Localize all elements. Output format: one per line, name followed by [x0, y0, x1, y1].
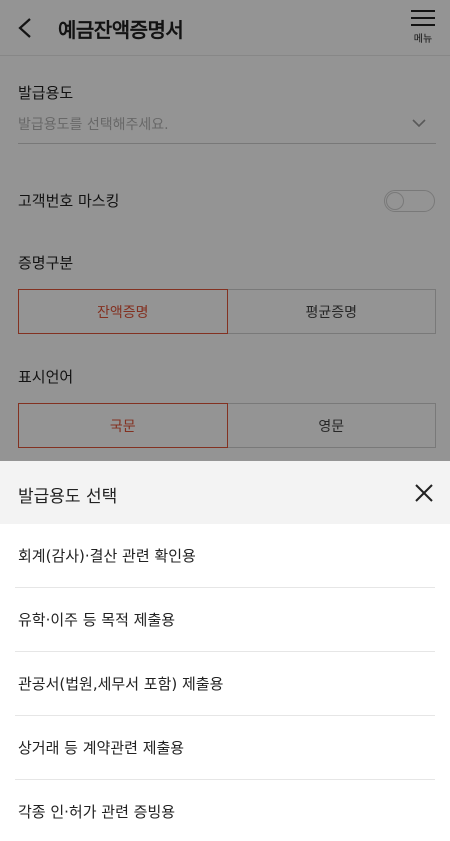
sheet-header: 발급용도 선택 [0, 461, 450, 524]
purpose-option-permit[interactable]: 각종 인·허가 관련 증빙용 [15, 780, 435, 841]
close-button[interactable] [410, 479, 438, 507]
option-label: 각종 인·허가 관련 증빙용 [18, 803, 176, 821]
page: 예금잔액증명서 메뉴 발급용도 발급용도를 선택해주세요. 고객번호 마스킹 증… [0, 0, 450, 841]
purpose-option-contract[interactable]: 상거래 등 계약관련 제출용 [15, 716, 435, 780]
purpose-option-audit[interactable]: 회계(감사)·결산 관련 확인용 [15, 524, 435, 588]
purpose-bottom-sheet: 발급용도 선택 회계(감사)·결산 관련 확인용 유학·이주 등 목적 제출용 … [0, 461, 450, 841]
sheet-title: 발급용도 선택 [18, 487, 118, 507]
purpose-option-government[interactable]: 관공서(법원,세무서 포함) 제출용 [15, 652, 435, 716]
purpose-option-study-abroad[interactable]: 유학·이주 등 목적 제출용 [15, 588, 435, 652]
option-label: 상거래 등 계약관련 제출용 [18, 739, 185, 757]
close-icon [415, 484, 433, 502]
option-label: 회계(감사)·결산 관련 확인용 [18, 547, 196, 565]
purpose-option-list: 회계(감사)·결산 관련 확인용 유학·이주 등 목적 제출용 관공서(법원,세… [0, 524, 450, 841]
option-label: 유학·이주 등 목적 제출용 [18, 611, 176, 629]
option-label: 관공서(법원,세무서 포함) 제출용 [18, 675, 224, 693]
